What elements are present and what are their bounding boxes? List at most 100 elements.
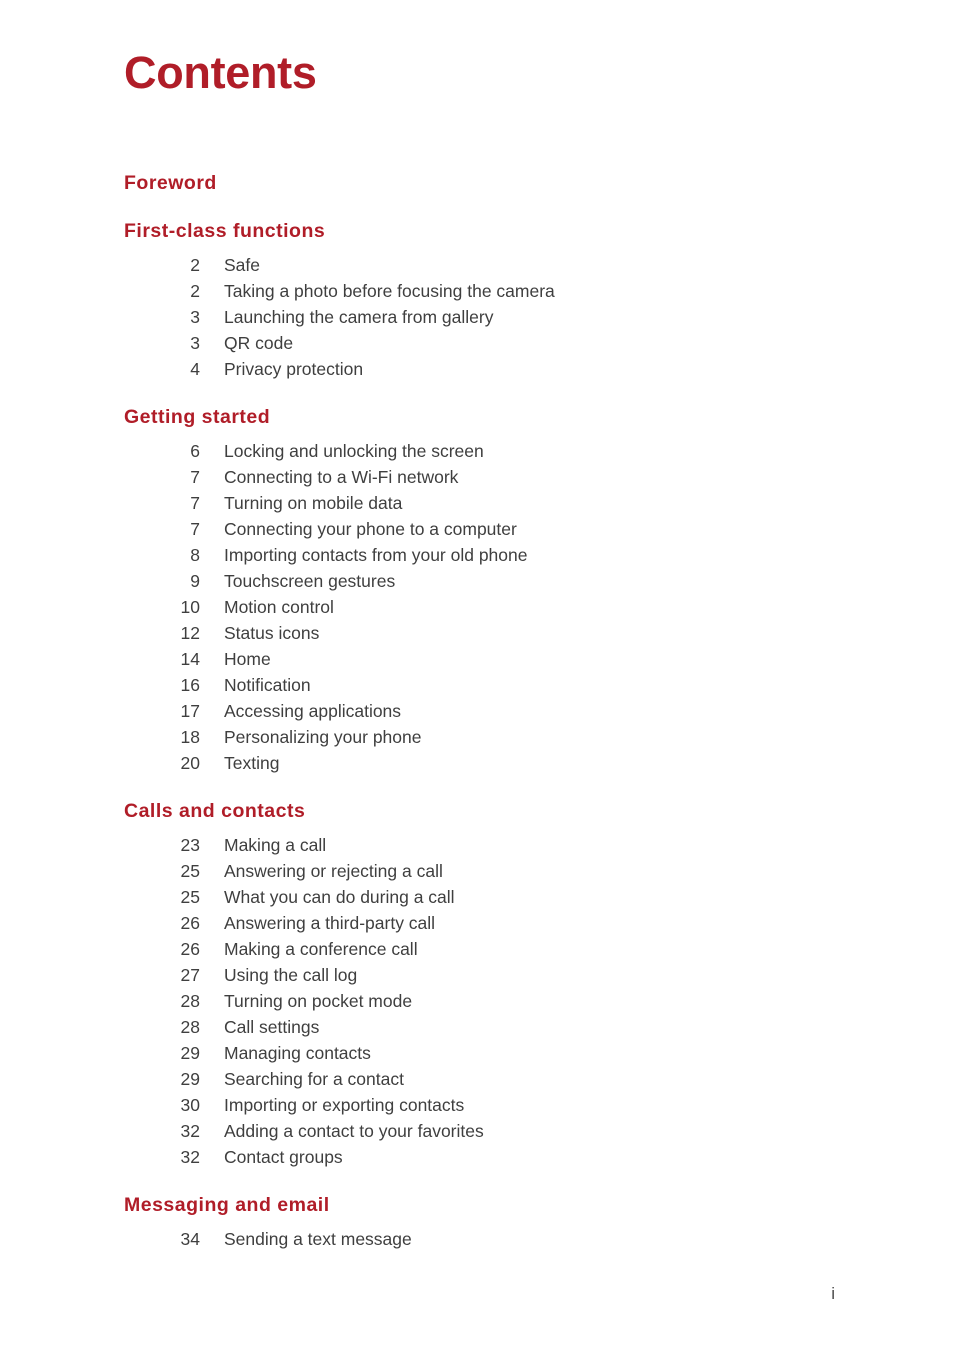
toc-entry-page-number: 3 bbox=[190, 307, 200, 327]
toc-entry[interactable]: 25 Answering or rejecting a call bbox=[124, 858, 864, 884]
toc-entry[interactable]: 26 Answering a third-party call bbox=[124, 910, 864, 936]
toc-entry-label: Connecting your phone to a computer bbox=[224, 519, 517, 539]
toc-entry-page-number: 8 bbox=[190, 545, 200, 565]
toc-entry[interactable]: 25 What you can do during a call bbox=[124, 884, 864, 910]
toc-entry[interactable]: 10 Motion control bbox=[124, 594, 864, 620]
toc-entry[interactable]: 27 Using the call log bbox=[124, 962, 864, 988]
toc-entry[interactable]: 4 Privacy protection bbox=[124, 356, 864, 382]
document-page: Contents Foreword First-class functions 2 S… bbox=[0, 0, 954, 1352]
toc-entry-page-number: 18 bbox=[180, 727, 200, 747]
toc-section-heading[interactable]: Calls and contacts bbox=[124, 798, 864, 824]
toc-entry-page-number: 25 bbox=[180, 861, 200, 881]
toc-entry-label: Status icons bbox=[224, 623, 320, 643]
toc-entry-label: Locking and unlocking the screen bbox=[224, 441, 484, 461]
toc-entry-label: Texting bbox=[224, 753, 280, 773]
toc-section: Getting started 6 Locking and unlocking th… bbox=[124, 404, 864, 776]
toc-entry[interactable]: 2 Safe bbox=[124, 252, 864, 278]
toc-entry-label: Personalizing your phone bbox=[224, 727, 422, 747]
toc-entry-page-number: 4 bbox=[190, 359, 200, 379]
toc-entry[interactable]: 28 Turning on pocket mode bbox=[124, 988, 864, 1014]
toc-entry-page-number: 34 bbox=[180, 1229, 200, 1249]
toc-entry-label: Turning on pocket mode bbox=[224, 991, 413, 1011]
toc-entry[interactable]: 7 Connecting your phone to a computer bbox=[124, 516, 864, 542]
toc-entry[interactable]: 20 Texting bbox=[124, 750, 864, 776]
page-number-folio: i bbox=[831, 1284, 835, 1303]
toc-entry-page-number: 7 bbox=[190, 467, 200, 487]
toc-entry-label: Contact groups bbox=[224, 1147, 343, 1167]
toc-entry-page-number: 10 bbox=[180, 597, 200, 617]
toc-section-heading[interactable]: First-class functions bbox=[124, 218, 864, 244]
toc-entry-label: Taking a photo before focusing the camer… bbox=[224, 281, 555, 301]
toc-entry-page-number: 29 bbox=[180, 1043, 200, 1063]
toc-entry-page-number: 7 bbox=[190, 493, 200, 513]
toc-entry-list: 6 Locking and unlocking the screen 7 Connec… bbox=[124, 438, 864, 776]
toc-entry[interactable]: 7 Turning on mobile data bbox=[124, 490, 864, 516]
toc-entry[interactable]: 16 Notification bbox=[124, 672, 864, 698]
toc-entry[interactable]: 29 Managing contacts bbox=[124, 1040, 864, 1066]
toc-entry[interactable]: 17 Accessing applications bbox=[124, 698, 864, 724]
toc-entry-page-number: 12 bbox=[180, 623, 200, 643]
toc-entry[interactable]: 32 Contact groups bbox=[124, 1144, 864, 1170]
toc-entry-label: Adding a contact to your favorites bbox=[224, 1121, 484, 1141]
toc-entry-page-number: 3 bbox=[190, 333, 200, 353]
toc-entry[interactable]: 14 Home bbox=[124, 646, 864, 672]
toc-entry-page-number: 27 bbox=[180, 965, 200, 985]
toc-entry[interactable]: 34 Sending a text message bbox=[124, 1226, 864, 1252]
toc-entry-page-number: 32 bbox=[180, 1121, 200, 1141]
toc-entry-label: Managing contacts bbox=[224, 1043, 371, 1063]
toc-entry[interactable]: 18 Personalizing your phone bbox=[124, 724, 864, 750]
toc-entry[interactable]: 6 Locking and unlocking the screen bbox=[124, 438, 864, 464]
toc-entry[interactable]: 32 Adding a contact to your favorites bbox=[124, 1118, 864, 1144]
toc-entry[interactable]: 29 Searching for a contact bbox=[124, 1066, 864, 1092]
toc-entry-list: 23 Making a call 25 Answering or rejecting … bbox=[124, 832, 864, 1170]
toc-section-heading[interactable]: Messaging and email bbox=[124, 1192, 864, 1218]
toc-entry-page-number: 17 bbox=[180, 701, 200, 721]
toc-entry-label: Making a call bbox=[224, 835, 327, 855]
toc-entry[interactable]: 12 Status icons bbox=[124, 620, 864, 646]
toc-entry-label: Accessing applications bbox=[224, 701, 402, 721]
toc-entry-page-number: 14 bbox=[180, 649, 200, 669]
toc-section-heading[interactable]: Getting started bbox=[124, 404, 864, 430]
toc-entry-label: QR code bbox=[224, 333, 294, 353]
toc-entry-label: Answering a third-party call bbox=[224, 913, 436, 933]
toc-section-heading[interactable]: Foreword bbox=[124, 170, 864, 196]
toc-entry-page-number: 16 bbox=[180, 675, 200, 695]
toc-entry-page-number: 29 bbox=[180, 1069, 200, 1089]
toc-entry-label: What you can do during a call bbox=[224, 887, 455, 907]
toc-entry[interactable]: 8 Importing contacts from your old phone bbox=[124, 542, 864, 568]
toc-entry-label: Touchscreen gestures bbox=[224, 571, 396, 591]
toc-entry-label: Sending a text message bbox=[224, 1229, 412, 1249]
toc-entry[interactable]: 9 Touchscreen gestures bbox=[124, 568, 864, 594]
toc-entry-label: Answering or rejecting a call bbox=[224, 861, 443, 881]
toc-entry[interactable]: 3 QR code bbox=[124, 330, 864, 356]
toc-entry-page-number: 20 bbox=[180, 753, 200, 773]
toc-entry[interactable]: 3 Launching the camera from gallery bbox=[124, 304, 864, 330]
toc-entry-page-number: 26 bbox=[180, 939, 200, 959]
toc-entry-list: 34 Sending a text message bbox=[124, 1226, 864, 1252]
toc-entry-page-number: 28 bbox=[180, 991, 200, 1011]
toc-section: First-class functions 2 Safe 2 Taking a phot… bbox=[124, 218, 864, 382]
toc-entry-page-number: 6 bbox=[190, 441, 200, 461]
toc-entry[interactable]: 23 Making a call bbox=[124, 832, 864, 858]
toc-entry-page-number: 23 bbox=[180, 835, 200, 855]
toc-entry-page-number: 28 bbox=[180, 1017, 200, 1037]
toc-entry[interactable]: 30 Importing or exporting contacts bbox=[124, 1092, 864, 1118]
toc-entry[interactable]: 7 Connecting to a Wi-Fi network bbox=[124, 464, 864, 490]
toc-entry[interactable]: 28 Call settings bbox=[124, 1014, 864, 1040]
toc-entry-label: Searching for a contact bbox=[224, 1069, 404, 1089]
toc-entry-page-number: 25 bbox=[180, 887, 200, 907]
toc-entry-list: 2 Safe 2 Taking a photo before focusing the… bbox=[124, 252, 864, 382]
toc-entry-page-number: 26 bbox=[180, 913, 200, 933]
toc-entry-page-number: 2 bbox=[190, 281, 200, 301]
toc-section: Foreword bbox=[124, 170, 864, 196]
toc-entry[interactable]: 26 Making a conference call bbox=[124, 936, 864, 962]
toc-entry-label: Motion control bbox=[224, 597, 334, 617]
table-of-contents: Foreword First-class functions 2 Safe 2 Takin… bbox=[124, 170, 864, 1252]
toc-entry-label: Privacy protection bbox=[224, 359, 364, 379]
toc-entry-page-number: 32 bbox=[180, 1147, 200, 1167]
toc-section: Messaging and email 34 Sending a text mess… bbox=[124, 1192, 864, 1252]
toc-entry[interactable]: 2 Taking a photo before focusing the came… bbox=[124, 278, 864, 304]
toc-entry-label: Notification bbox=[224, 675, 311, 695]
toc-entry-label: Importing contacts from your old phone bbox=[224, 545, 528, 565]
toc-entry-page-number: 7 bbox=[190, 519, 200, 539]
